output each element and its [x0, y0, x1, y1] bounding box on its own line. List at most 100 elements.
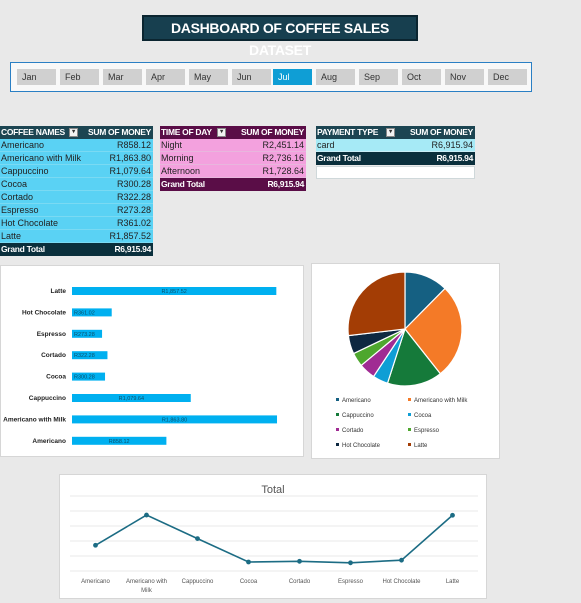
grand-total-value: R6,915.94 — [267, 179, 304, 189]
column-header: TIME OF DAY — [161, 127, 212, 137]
legend-swatch — [336, 398, 339, 401]
row-label: Afternoon — [161, 166, 201, 176]
month-button-nov[interactable]: Nov — [445, 69, 484, 85]
row-value: R2,451.14 — [262, 140, 304, 150]
table-row: Hot Chocolate R361.02 — [0, 217, 153, 230]
line-point[interactable] — [399, 557, 404, 563]
bar-data-label: R1,863.80 — [162, 417, 187, 423]
filter-dropdown-icon[interactable]: ▾ — [69, 128, 78, 137]
bar-data-label: R273.28 — [74, 332, 95, 338]
column-header: SUM OF MONEY — [241, 127, 304, 137]
month-slicer: Jan Feb Mar Apr May Jun Jul Aug Sep Oct Nov Dec — [10, 62, 532, 92]
row-label: Night — [161, 140, 183, 150]
legend-label: Americano — [342, 398, 371, 404]
line-point[interactable] — [297, 558, 302, 564]
row-label: card — [317, 140, 335, 150]
x-tick-label: Americano with — [126, 579, 167, 585]
column-header: SUM OF MONEY — [410, 127, 473, 137]
bar-data-label: R1,079.64 — [119, 396, 144, 402]
column-header: COFFEE NAMES — [1, 127, 65, 137]
month-button-feb[interactable]: Feb — [60, 69, 99, 85]
line-chart: Total Americano Americano with Milk Cappucci… — [70, 484, 478, 594]
table-row: Latte R1,857.52 — [0, 230, 153, 243]
x-tick-label: Hot Chocolate — [382, 579, 421, 585]
table-row: card R6,915.94 — [316, 139, 475, 152]
time-of-day-pivot-table: TIME OF DAY SUM OF MONEY ▾ Night R2,451.14 Mo… — [160, 126, 306, 192]
legend-swatch — [336, 428, 339, 431]
legend-swatch — [408, 413, 411, 416]
legend-label: Espresso — [414, 428, 440, 434]
month-button-jul[interactable]: Jul — [273, 69, 312, 85]
row-value: R273.28 — [116, 205, 151, 215]
grand-total-row: Grand Total R6,915.94 — [0, 243, 153, 256]
legend-label: Cocoa — [414, 413, 432, 419]
month-button-sep[interactable]: Sep — [359, 69, 398, 85]
month-button-may[interactable]: May — [189, 69, 228, 85]
table-row: Cortado R322.28 — [0, 191, 153, 204]
column-header: SUM OF MONEY — [88, 127, 151, 137]
row-value: R2,736.16 — [262, 153, 304, 163]
column-header: PAYMENT TYPE — [317, 127, 379, 137]
row-label: Latte — [1, 231, 22, 241]
grand-total-value: R6,915.94 — [114, 244, 151, 254]
line-point[interactable] — [144, 512, 149, 518]
legend-label: Cortado — [342, 428, 364, 434]
grand-total-label: Grand Total — [317, 153, 361, 163]
bar-category-label: Americano — [32, 438, 66, 445]
month-button-jan[interactable]: Jan — [17, 69, 56, 85]
bar-category-label: Espresso — [37, 331, 66, 338]
legend-label: Cappuccino — [342, 413, 374, 419]
grand-total-row: Grand Total R6,915.94 — [160, 178, 306, 191]
pie-chart-panel[interactable]: Americano Americano with Milk Cappuccino Co… — [311, 263, 500, 459]
line-point[interactable] — [195, 536, 200, 542]
legend-swatch — [408, 443, 411, 446]
bar-category-label: Americano with Milk — [3, 416, 66, 423]
row-label: Cappuccino — [1, 166, 49, 176]
x-tick-label: Americano — [81, 579, 110, 585]
line-point[interactable] — [93, 542, 98, 548]
line-point[interactable] — [450, 512, 455, 518]
filter-dropdown-icon[interactable]: ▾ — [386, 128, 395, 137]
line-chart-panel[interactable]: Total Americano Americano with Milk Cappucci… — [59, 474, 487, 599]
x-tick-label: Cappuccino — [182, 579, 214, 585]
row-label: Americano — [1, 140, 45, 150]
bar-data-label: R858.12 — [109, 439, 130, 445]
month-button-mar[interactable]: Mar — [103, 69, 142, 85]
table-row: Night R2,451.14 — [160, 139, 306, 152]
table-row: Cocoa R300.28 — [0, 178, 153, 191]
bar-chart-panel[interactable]: Latte R1,857.52 Hot Chocolate R361.02 Espres… — [0, 265, 304, 457]
table-row: Americano R858.12 — [0, 139, 153, 152]
filter-dropdown-icon[interactable]: ▾ — [217, 128, 226, 137]
month-button-apr[interactable]: Apr — [146, 69, 185, 85]
legend-label: Latte — [414, 443, 428, 449]
month-button-aug[interactable]: Aug — [316, 69, 355, 85]
legend-label: Hot Chocolate — [342, 443, 381, 449]
bar-data-label: R1,857.52 — [161, 289, 186, 295]
legend-label: Americano with Milk — [414, 398, 468, 404]
table-row: Morning R2,736.16 — [160, 152, 306, 165]
table-row: Americano with Milk R1,863.80 — [0, 152, 153, 165]
x-tick-label: Milk — [141, 588, 153, 594]
grand-total-label: Grand Total — [1, 244, 45, 254]
coffee-pivot-table: COFFEE NAMES SUM OF MONEY ▾ Americano R858.1… — [0, 126, 153, 258]
line-point[interactable] — [246, 559, 251, 565]
x-tick-label: Cocoa — [240, 579, 258, 585]
bar-category-label: Cappuccino — [29, 395, 66, 402]
x-tick-label: Latte — [446, 579, 460, 585]
month-button-dec[interactable]: Dec — [488, 69, 527, 85]
legend-swatch — [336, 413, 339, 416]
line-point[interactable] — [348, 560, 353, 566]
grand-total-label: Grand Total — [161, 179, 205, 189]
row-label: Espresso — [1, 205, 39, 215]
bar-category-label: Cortado — [41, 352, 66, 359]
pie-slice[interactable] — [347, 271, 406, 337]
table-row: Afternoon R1,728.64 — [160, 165, 306, 178]
bar-data-label: R361.02 — [74, 310, 95, 316]
month-button-jun[interactable]: Jun — [232, 69, 271, 85]
month-button-oct[interactable]: Oct — [402, 69, 441, 85]
row-label: Morning — [161, 153, 194, 163]
row-value: R361.02 — [116, 218, 151, 228]
row-value: R300.28 — [116, 179, 151, 189]
row-value: R858.12 — [116, 140, 151, 150]
row-value: R322.28 — [116, 192, 151, 202]
